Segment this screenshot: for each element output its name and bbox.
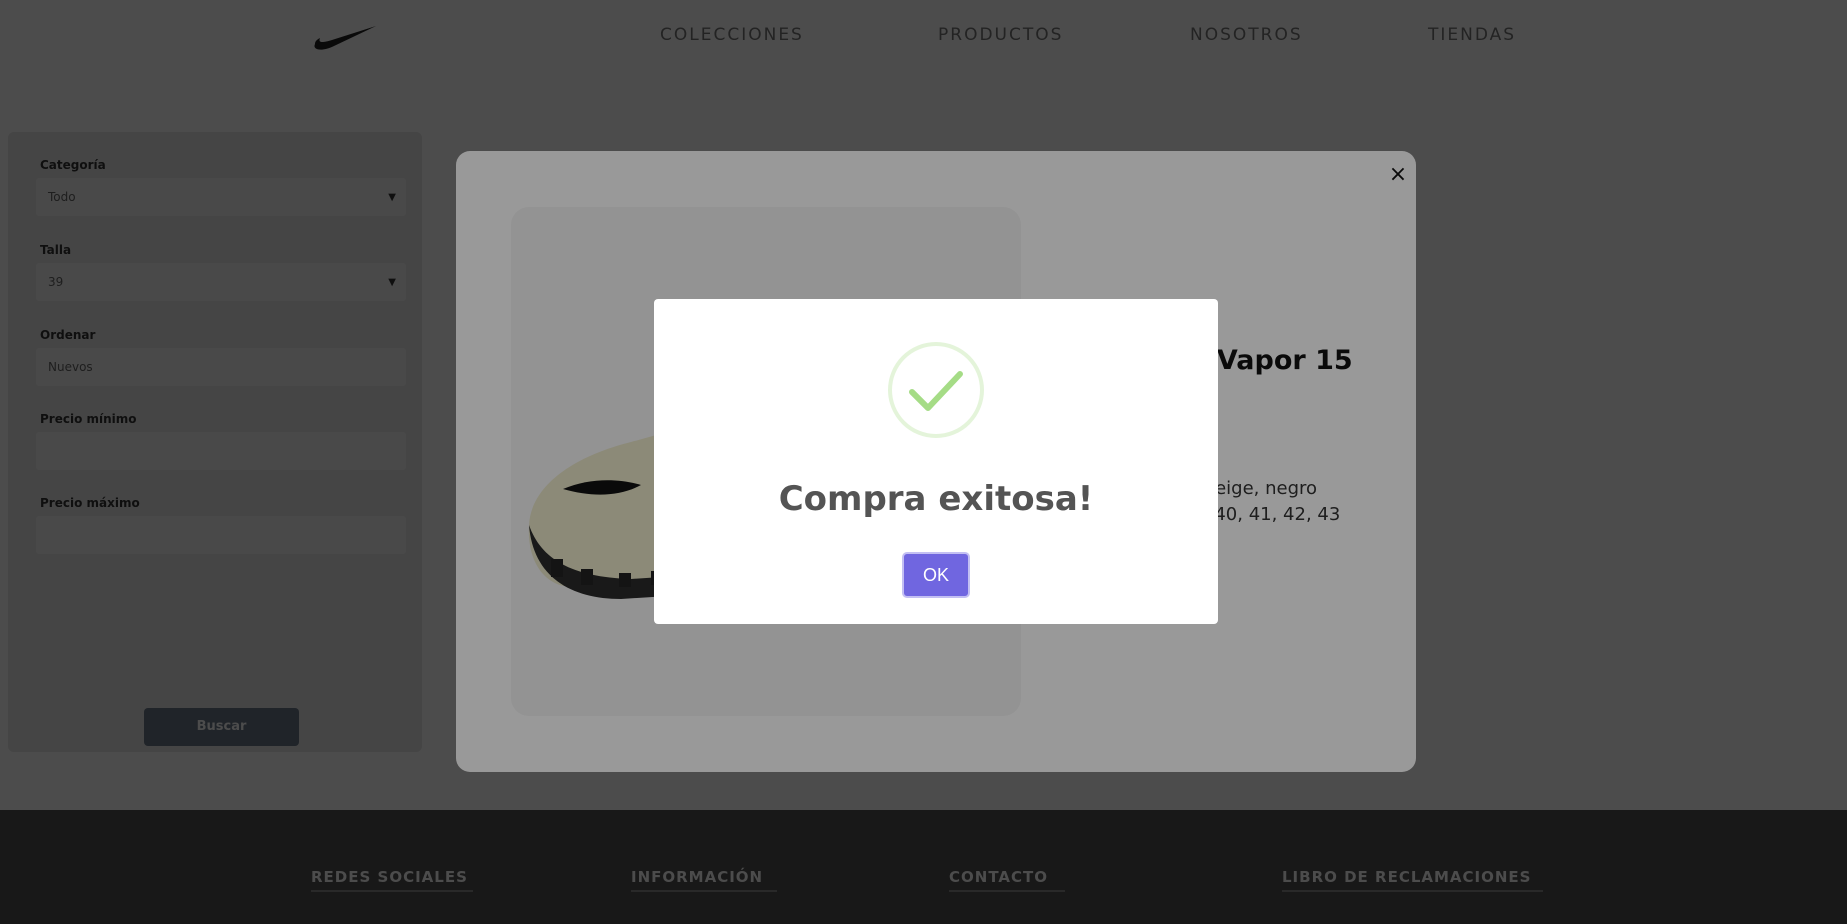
ok-button[interactable]: OK [902,552,970,598]
alert-title: Compra exitosa! [778,479,1094,519]
success-check-icon [888,342,984,438]
success-alert: Compra exitosa! OK [654,299,1218,624]
